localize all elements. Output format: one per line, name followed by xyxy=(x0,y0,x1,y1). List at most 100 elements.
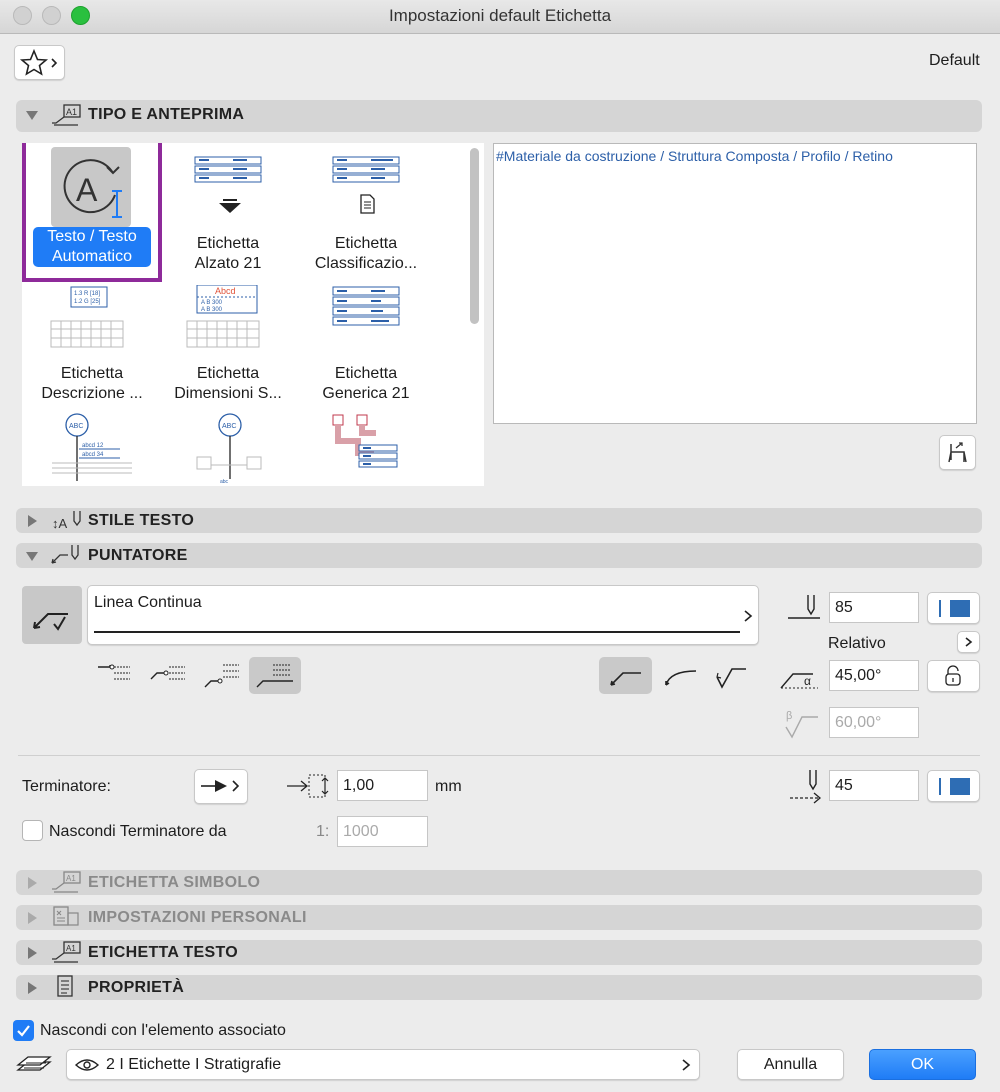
cancel-button[interactable]: Annulla xyxy=(737,1049,844,1080)
item-label-line1: Etichetta xyxy=(334,235,398,252)
favorites-button[interactable] xyxy=(14,45,65,80)
section-stile-testo[interactable]: ↕A STILE TESTO xyxy=(16,508,982,533)
terminator-size-input[interactable]: 1,00 xyxy=(337,770,428,801)
scrollbar-thumb[interactable] xyxy=(470,148,479,324)
terminator-size-icon xyxy=(287,774,329,798)
section-label: IMPOSTAZIONI PERSONALI xyxy=(88,909,307,926)
section-etichetta-simbolo[interactable]: A1 ETICHETTA SIMBOLO xyxy=(16,870,982,895)
pointer-attach-bottom-button[interactable] xyxy=(199,657,243,693)
checkmark-icon xyxy=(17,1025,30,1037)
pointer-curved-button[interactable] xyxy=(656,657,706,694)
icon-text-r2: 1.2 G [25] xyxy=(74,299,101,305)
icon-text-abcd34: abcd 34 xyxy=(82,452,104,458)
pointer-pen-input[interactable]: 85 xyxy=(829,592,919,623)
item-label-line2: Dimensioni S... xyxy=(174,385,282,402)
disclosure-open-icon xyxy=(26,552,38,561)
auto-text-icon: A xyxy=(51,147,131,227)
generic-label-icon xyxy=(332,286,400,326)
icon-text-abc-small: abc xyxy=(220,479,229,485)
pen-color-swatch xyxy=(950,778,970,795)
terminator-pen-color-button[interactable] xyxy=(927,770,980,802)
attach-middle-icon xyxy=(150,666,185,680)
dimension-label-icon: Abcd A B 300 A B 300 xyxy=(186,284,260,348)
item-label-line1: Etichetta xyxy=(196,365,260,382)
layer-select[interactable]: 2 I Etichette I Stratigrafie xyxy=(66,1049,700,1080)
section-impostazioni-personali[interactable]: IMPOSTAZIONI PERSONALI xyxy=(16,905,982,930)
angle-alpha-input[interactable]: 45,00° xyxy=(829,660,919,691)
section-label: TIPO E ANTEPRIMA xyxy=(88,106,245,123)
chevron-right-icon xyxy=(965,637,973,647)
separator xyxy=(18,755,980,756)
hide-terminator-checkbox[interactable] xyxy=(22,820,43,841)
bubble-dimension-icon: ABC abc xyxy=(196,413,262,485)
pointer-attach-underline-button[interactable] xyxy=(249,657,301,694)
relativo-more-button[interactable] xyxy=(957,631,980,653)
section-label: STILE TESTO xyxy=(88,512,195,529)
item-label-line1: Etichetta xyxy=(60,365,124,382)
library-item-row3-3[interactable] xyxy=(325,411,405,486)
item-label-line2: Automatico xyxy=(51,248,133,265)
item-label-line2: Generica 21 xyxy=(322,385,410,402)
section-label: ETICHETTA TESTO xyxy=(88,944,238,961)
library-item-alzato[interactable]: Etichetta Alzato 21 xyxy=(163,143,293,273)
hide-terminator-label: Nascondi Terminatore da xyxy=(49,823,227,840)
size-unit-label: mm xyxy=(435,778,462,795)
pointer-spline-button[interactable] xyxy=(709,657,757,694)
item-label-line1: Etichetta xyxy=(196,235,260,252)
svg-text:A1: A1 xyxy=(66,874,76,883)
arrow-terminator-icon xyxy=(201,780,240,792)
library-item-generica[interactable]: Etichetta Generica 21 xyxy=(301,281,431,411)
disclosure-closed-icon xyxy=(28,877,37,889)
selected-item-label: Testo / Testo Automatico xyxy=(33,227,151,267)
library-item-dimensioni[interactable]: Abcd A B 300 A B 300 Etichetta Dimension… xyxy=(163,281,293,411)
layers-icon xyxy=(16,1056,52,1071)
pen-icon xyxy=(788,595,820,619)
properties-icon xyxy=(57,975,73,997)
text-style-icon: ↕A xyxy=(52,511,81,531)
angle-beta-input[interactable]: 60,00° xyxy=(829,707,919,738)
section-proprieta[interactable]: PROPRIETÀ xyxy=(16,975,982,1000)
classification-label-icon xyxy=(332,156,400,214)
preview-options-button[interactable] xyxy=(939,435,976,470)
library-scrollbar[interactable] xyxy=(467,146,482,484)
terminator-type-button[interactable] xyxy=(194,769,248,804)
label-library-grid[interactable]: A Testo / Testo Automatico Etichetta Alz… xyxy=(22,143,484,486)
description-label-icon: 1.3 R [18] 1.2 G [25] xyxy=(50,286,124,348)
section-label: PROPRIETÀ xyxy=(88,979,185,996)
hide-with-element-checkbox[interactable] xyxy=(13,1020,34,1041)
line-type-select[interactable]: Linea Continua xyxy=(87,585,759,645)
library-item-classificazione[interactable]: Etichetta Classificazio... xyxy=(301,143,431,273)
pointer-attach-top-button[interactable] xyxy=(92,657,136,693)
hide-scale-input[interactable]: 1000 xyxy=(337,816,428,847)
relativo-label: Relativo xyxy=(828,635,886,652)
angle-lock-button[interactable] xyxy=(927,660,980,692)
item-label-line1: Testo / Testo xyxy=(47,228,137,245)
library-item-descrizione[interactable]: 1.3 R [18] 1.2 G [25] Etichetta Descrizi… xyxy=(22,281,162,411)
item-label-line2: Descrizione ... xyxy=(41,385,143,402)
pointer-attach-middle-button[interactable] xyxy=(145,657,189,693)
title-bar: Impostazioni default Etichetta xyxy=(0,0,1000,34)
disclosure-closed-icon xyxy=(28,912,37,924)
library-item-row3-2[interactable]: ABC abc xyxy=(187,411,277,486)
pen-line-swatch xyxy=(939,600,941,617)
section-etichetta-testo[interactable]: A1 ETICHETTA TESTO xyxy=(16,940,982,965)
ok-button[interactable]: OK xyxy=(869,1049,976,1080)
disclosure-closed-icon xyxy=(28,947,37,959)
layer-value: 2 I Etichette I Stratigrafie xyxy=(106,1056,282,1073)
pointer-icon xyxy=(51,545,79,564)
item-label-line2: Alzato 21 xyxy=(194,255,262,272)
section-label: PUNTATORE xyxy=(88,547,188,564)
terminator-pen-input[interactable]: 45 xyxy=(829,770,919,801)
terminator-pen-icon xyxy=(790,770,822,804)
library-item-row3-1[interactable]: ABC abcd 12 abcd 34 xyxy=(32,411,142,486)
line-preview xyxy=(94,631,740,633)
pointer-straight-button[interactable] xyxy=(599,657,652,694)
library-item-testo-automatico[interactable]: A Testo / Testo Automatico xyxy=(22,143,162,283)
section-tipo-anteprima[interactable]: A1 TIPO E ANTEPRIMA xyxy=(16,100,982,132)
pointer-shape-button[interactable] xyxy=(22,586,82,644)
pointer-pen-color-button[interactable] xyxy=(927,592,980,624)
section-puntatore[interactable]: PUNTATORE xyxy=(16,543,982,568)
line-type-value: Linea Continua xyxy=(94,594,202,611)
text-label-icon: A1 xyxy=(52,941,81,963)
stair-label-icon xyxy=(332,414,398,468)
